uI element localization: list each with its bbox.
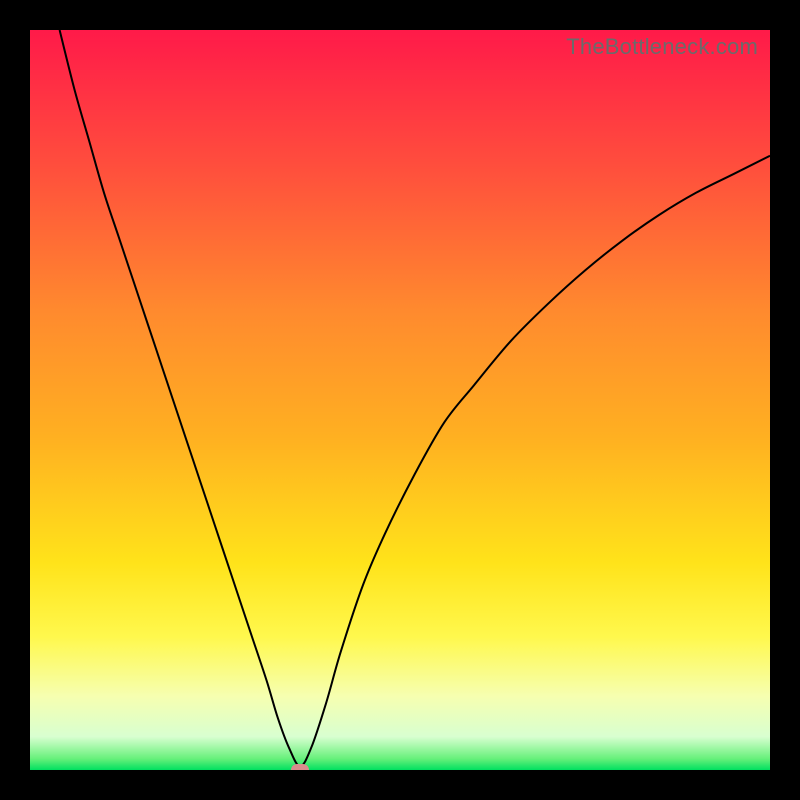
optimum-marker (291, 764, 309, 770)
bottleneck-curve (30, 30, 770, 770)
plot-area: TheBottleneck.com (30, 30, 770, 770)
chart-frame: TheBottleneck.com (0, 0, 800, 800)
